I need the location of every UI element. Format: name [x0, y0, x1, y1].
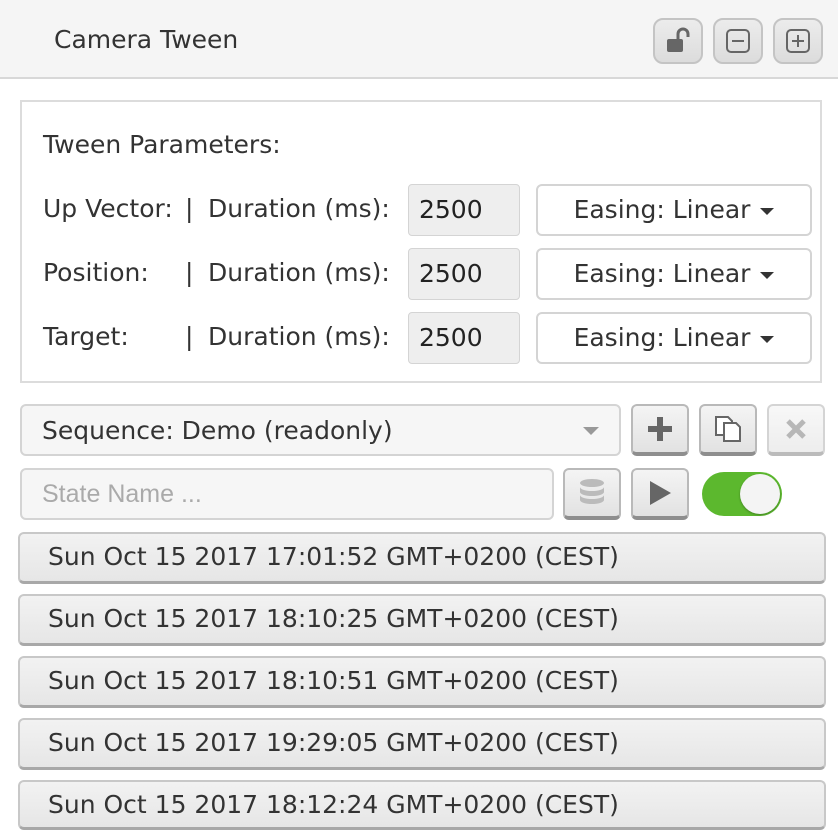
chevron-down-icon	[583, 427, 599, 435]
tween-row-label: Position:	[43, 258, 149, 287]
duration-input[interactable]: 2500	[408, 312, 520, 364]
collapse-button[interactable]	[713, 18, 763, 64]
expand-button[interactable]	[773, 18, 823, 64]
state-name-input[interactable]	[20, 468, 554, 520]
lock-button[interactable]	[653, 18, 703, 64]
state-list-item[interactable]: Sun Oct 15 2017 19:29:05 GMT+0200 (CEST)	[18, 718, 826, 770]
state-list-item[interactable]: Sun Oct 15 2017 18:10:51 GMT+0200 (CEST)	[18, 656, 826, 708]
add-sequence-button[interactable]	[631, 404, 689, 456]
duration-label: Duration (ms):	[208, 322, 390, 351]
tween-row-separator: |	[185, 322, 194, 351]
sequence-select[interactable]: Sequence: Demo (readonly)	[20, 404, 621, 456]
panel-title: Camera Tween	[54, 25, 239, 54]
caret-down-icon	[760, 335, 775, 343]
copy-sequence-button[interactable]	[699, 404, 757, 456]
play-icon	[650, 481, 671, 505]
copy-icon	[715, 416, 741, 442]
state-list-item[interactable]: Sun Oct 15 2017 17:01:52 GMT+0200 (CEST)	[18, 532, 826, 584]
easing-label: Easing: Linear	[573, 195, 751, 224]
easing-label: Easing: Linear	[573, 323, 751, 352]
easing-label: Easing: Linear	[573, 259, 751, 288]
loop-toggle[interactable]	[702, 472, 782, 516]
easing-dropdown[interactable]: Easing: Linear	[536, 248, 812, 300]
tween-row-separator: |	[185, 258, 194, 287]
state-list-item[interactable]: Sun Oct 15 2017 18:12:24 GMT+0200 (CEST)	[18, 780, 826, 830]
easing-dropdown[interactable]: Easing: Linear	[536, 184, 812, 236]
tween-parameters-panel: Tween Parameters: Up Vector: | Duration …	[20, 100, 822, 383]
collapse-icon	[726, 29, 750, 53]
sequence-selected-label: Sequence: Demo (readonly)	[42, 416, 393, 445]
tween-row-separator: |	[185, 194, 194, 223]
plus-icon	[648, 417, 672, 441]
duration-input[interactable]: 2500	[408, 184, 520, 236]
caret-down-icon	[760, 271, 775, 279]
database-icon	[580, 479, 604, 504]
delete-icon	[786, 419, 806, 439]
tween-parameters-heading: Tween Parameters:	[43, 130, 281, 159]
duration-input[interactable]: 2500	[408, 248, 520, 300]
duration-label: Duration (ms):	[208, 258, 390, 287]
toggle-knob	[740, 474, 780, 514]
save-state-button[interactable]	[563, 468, 621, 520]
tween-row-up-vector: Up Vector: | Duration (ms): 2500 Easing:…	[22, 184, 822, 236]
unlock-icon	[667, 27, 690, 52]
expand-icon	[786, 29, 810, 53]
panel-header: Camera Tween	[0, 0, 838, 79]
state-list-item[interactable]: Sun Oct 15 2017 18:10:25 GMT+0200 (CEST)	[18, 594, 826, 646]
delete-sequence-button[interactable]	[767, 404, 825, 456]
tween-row-position: Position: | Duration (ms): 2500 Easing: …	[22, 248, 822, 300]
easing-dropdown[interactable]: Easing: Linear	[536, 312, 812, 364]
play-button[interactable]	[631, 468, 689, 520]
caret-down-icon	[760, 207, 775, 215]
tween-row-label: Target:	[43, 322, 129, 351]
duration-label: Duration (ms):	[208, 194, 390, 223]
tween-row-label: Up Vector:	[43, 194, 173, 223]
tween-row-target: Target: | Duration (ms): 2500 Easing: Li…	[22, 312, 822, 364]
